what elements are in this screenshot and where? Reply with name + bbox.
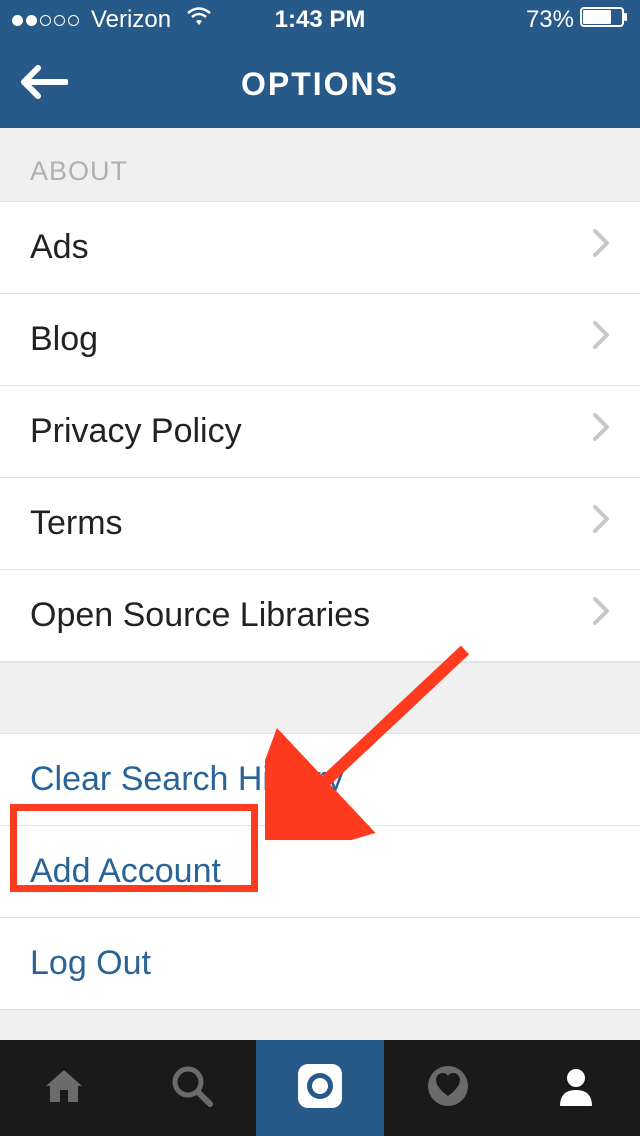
status-left: Verizon xyxy=(12,6,213,34)
clear-search-history-item[interactable]: Clear Search History xyxy=(0,734,640,826)
open-source-libraries-item[interactable]: Open Source Libraries xyxy=(0,570,640,662)
chevron-right-icon xyxy=(592,504,610,543)
list-item-label: Clear Search History xyxy=(30,760,344,799)
terms-item[interactable]: Terms xyxy=(0,478,640,570)
tab-home[interactable] xyxy=(0,1040,128,1136)
battery-icon xyxy=(580,6,628,34)
status-time: 1:43 PM xyxy=(275,6,366,34)
log-out-item[interactable]: Log Out xyxy=(0,918,640,1010)
add-account-item[interactable]: Add Account xyxy=(0,826,640,918)
list-item-label: Blog xyxy=(30,320,98,359)
tab-camera[interactable] xyxy=(256,1040,384,1136)
list-item-label: Ads xyxy=(30,228,89,267)
status-right: 73% xyxy=(526,6,628,34)
list-item-label: Open Source Libraries xyxy=(30,596,370,635)
chevron-right-icon xyxy=(592,228,610,267)
section-gap xyxy=(0,662,640,734)
blog-item[interactable]: Blog xyxy=(0,294,640,386)
tab-bar xyxy=(0,1040,640,1136)
back-button[interactable] xyxy=(20,64,68,105)
battery-percent: 73% xyxy=(526,6,574,34)
nav-bar: OPTIONS xyxy=(0,40,640,128)
list-item-label: Add Account xyxy=(30,852,221,891)
status-bar: Verizon 1:43 PM 73% xyxy=(0,0,640,40)
page-title: OPTIONS xyxy=(0,66,640,103)
tab-search[interactable] xyxy=(128,1040,256,1136)
list-item-label: Log Out xyxy=(30,944,151,983)
chevron-right-icon xyxy=(592,320,610,359)
chevron-right-icon xyxy=(592,596,610,635)
signal-strength-icon xyxy=(12,15,79,26)
heart-icon xyxy=(424,1062,472,1115)
wifi-icon xyxy=(185,6,213,34)
camera-icon xyxy=(292,1058,348,1119)
tab-activity[interactable] xyxy=(384,1040,512,1136)
privacy-policy-item[interactable]: Privacy Policy xyxy=(0,386,640,478)
search-icon xyxy=(168,1062,216,1115)
profile-icon xyxy=(554,1064,598,1113)
chevron-right-icon xyxy=(592,412,610,451)
tab-profile[interactable] xyxy=(512,1040,640,1136)
ads-item[interactable]: Ads xyxy=(0,201,640,294)
about-section-header: ABOUT xyxy=(0,128,640,201)
carrier-label: Verizon xyxy=(91,6,171,34)
list-item-label: Privacy Policy xyxy=(30,412,242,451)
list-item-label: Terms xyxy=(30,504,123,543)
home-icon xyxy=(40,1062,88,1115)
